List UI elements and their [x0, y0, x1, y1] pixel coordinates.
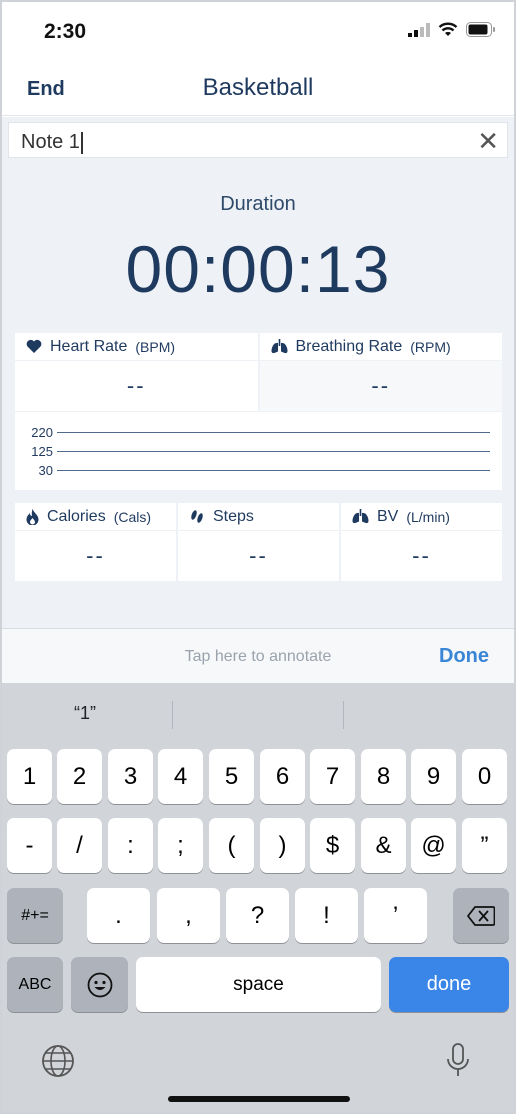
note-field-container: Note 1 ✕ [0, 117, 516, 163]
key-comma[interactable]: , [157, 888, 220, 943]
key-open-paren[interactable]: ( [209, 818, 254, 873]
annotate-bar: Tap here to annotate Done [0, 628, 516, 683]
key-at[interactable]: @ [411, 818, 456, 873]
key-7[interactable]: 7 [310, 749, 355, 804]
metrics-row-bottom: Calories (Cals) -- Steps -- BV (L/min) -… [15, 503, 502, 581]
steps-value: -- [249, 543, 268, 568]
lungs-icon [352, 509, 369, 524]
key-5[interactable]: 5 [209, 749, 254, 804]
clear-note-button[interactable]: ✕ [477, 126, 499, 157]
workout-summary: Duration 00:00:13 Heart Rate (BPM) -- Br… [0, 163, 516, 628]
zone-label-high: 220 [31, 425, 53, 440]
home-indicator [168, 1096, 350, 1102]
suggestion-item[interactable]: “1” [74, 703, 96, 724]
status-time: 2:30 [44, 20, 87, 43]
key-colon[interactable]: : [108, 818, 153, 873]
keyboard-done-key[interactable]: done [389, 957, 509, 1012]
page-title: Basketball [202, 74, 314, 101]
key-8[interactable]: 8 [361, 749, 406, 804]
suggestion-divider [172, 701, 173, 729]
cellular-signal-icon [408, 22, 430, 37]
breathing-rate-label: Breathing Rate [295, 337, 403, 355]
key-9[interactable]: 9 [411, 749, 456, 804]
heart-rate-unit: (BPM) [135, 338, 176, 355]
emoji-key[interactable] [71, 957, 128, 1012]
heart-rate-card: Heart Rate (BPM) -- [15, 333, 258, 411]
key-2[interactable]: 2 [57, 749, 102, 804]
heart-rate-label: Heart Rate [50, 337, 128, 355]
duration-label: Duration [220, 193, 296, 215]
zone-line-high [57, 432, 490, 433]
note-input[interactable]: Note 1 ✕ [8, 122, 508, 158]
key-1[interactable]: 1 [7, 749, 52, 804]
emoji-icon [87, 972, 112, 997]
calories-value: -- [86, 543, 105, 568]
key-ampersand[interactable]: & [361, 818, 406, 873]
wifi-icon [438, 22, 458, 36]
steps-label: Steps [213, 507, 254, 525]
steps-card: Steps -- [178, 503, 339, 581]
flame-icon [26, 508, 39, 525]
key-period[interactable]: . [87, 888, 150, 943]
duration-timer: 00:00:13 [125, 232, 391, 306]
key-slash[interactable]: / [57, 818, 102, 873]
backspace-icon [467, 905, 495, 926]
key-question[interactable]: ? [226, 888, 289, 943]
key-0[interactable]: 0 [462, 749, 507, 804]
calories-unit: (Cals) [113, 508, 152, 525]
key-exclamation[interactable]: ! [295, 888, 358, 943]
done-button[interactable]: Done [439, 645, 489, 668]
key-3[interactable]: 3 [108, 749, 153, 804]
breathing-rate-unit: (RPM) [410, 338, 451, 355]
battery-icon [466, 22, 495, 37]
suggestion-divider [343, 701, 344, 729]
key-6[interactable]: 6 [260, 749, 305, 804]
suggestion-bar: “1” [0, 683, 516, 745]
metrics-row-top: Heart Rate (BPM) -- Breathing Rate (RPM)… [15, 333, 502, 411]
bv-label: BV [377, 507, 399, 525]
bv-unit: (L/min) [406, 508, 450, 525]
key-close-paren[interactable]: ) [260, 818, 305, 873]
note-input-value: Note 1 [21, 131, 83, 154]
zone-line-mid [57, 451, 490, 452]
key-more-symbols[interactable]: #+= [7, 888, 63, 943]
zone-label-low: 30 [38, 463, 53, 478]
status-bar: 2:30 [0, 0, 516, 60]
bv-card: BV (L/min) -- [341, 503, 502, 581]
lungs-icon [271, 339, 287, 354]
footprints-icon [191, 509, 203, 523]
key-4[interactable]: 4 [158, 749, 203, 804]
status-icons [408, 22, 496, 37]
key-quote[interactable]: ” [462, 818, 507, 873]
calories-label: Calories [47, 507, 106, 525]
key-apostrophe[interactable]: ’ [364, 888, 427, 943]
microphone-icon[interactable] [446, 1043, 470, 1079]
navigation-bar: End Basketball [0, 60, 516, 116]
keyboard: “1” 1 2 3 4 5 6 7 8 9 0 - / : ; ( ) $ & … [0, 683, 516, 1114]
text-cursor [80, 131, 83, 154]
heart-icon [26, 339, 42, 353]
space-key[interactable]: space [136, 957, 381, 1012]
breathing-rate-card: Breathing Rate (RPM) -- [259, 333, 502, 411]
key-hyphen[interactable]: - [7, 818, 52, 873]
breathing-rate-value: -- [371, 373, 391, 398]
key-semicolon[interactable]: ; [158, 818, 203, 873]
calories-card: Calories (Cals) -- [15, 503, 176, 581]
zone-label-mid: 125 [31, 444, 53, 459]
zone-line-low [57, 470, 490, 471]
bv-value: -- [412, 543, 431, 568]
heart-rate-value: -- [126, 373, 146, 398]
globe-icon[interactable] [41, 1044, 75, 1078]
delete-key[interactable] [453, 888, 509, 943]
key-abc[interactable]: ABC [7, 957, 63, 1012]
heart-rate-zone-chart: 220 125 30 [15, 412, 502, 490]
key-dollar[interactable]: $ [310, 818, 355, 873]
